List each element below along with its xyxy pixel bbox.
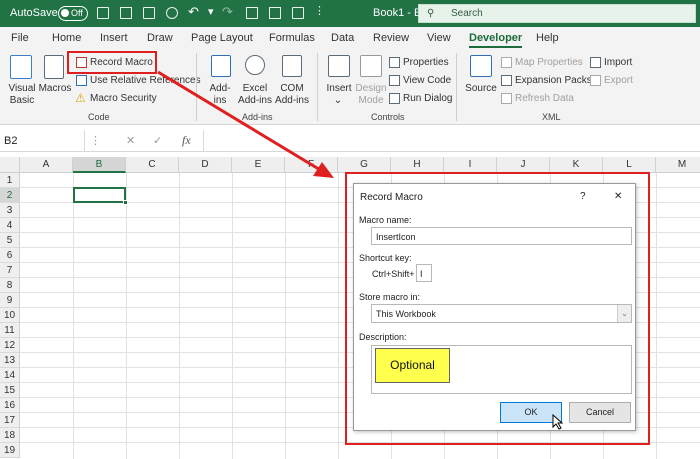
shortcut-prefix: Ctrl+Shift+ bbox=[372, 269, 415, 279]
shortcut-key-label: Shortcut key: bbox=[359, 253, 412, 263]
macro-name-label: Macro name: bbox=[359, 215, 412, 225]
record-macro-dialog: Record Macro ? ✕ Macro name: InsertIcon … bbox=[353, 183, 636, 431]
mouse-cursor-icon bbox=[552, 414, 564, 430]
shortcut-key-field[interactable]: I bbox=[416, 264, 432, 282]
macro-name-field[interactable]: InsertIcon bbox=[371, 227, 632, 245]
description-label: Description: bbox=[359, 332, 407, 342]
cancel-button[interactable]: Cancel bbox=[569, 402, 631, 423]
store-macro-select[interactable]: This Workbook bbox=[371, 304, 632, 323]
optional-callout: Optional bbox=[375, 348, 450, 383]
store-macro-label: Store macro in: bbox=[359, 292, 421, 302]
dialog-title: Record Macro bbox=[360, 192, 423, 203]
chevron-down-icon[interactable]: ⌄ bbox=[617, 305, 631, 322]
store-macro-value: This Workbook bbox=[376, 309, 436, 319]
close-icon[interactable]: ✕ bbox=[614, 191, 622, 202]
help-button[interactable]: ? bbox=[580, 191, 586, 202]
